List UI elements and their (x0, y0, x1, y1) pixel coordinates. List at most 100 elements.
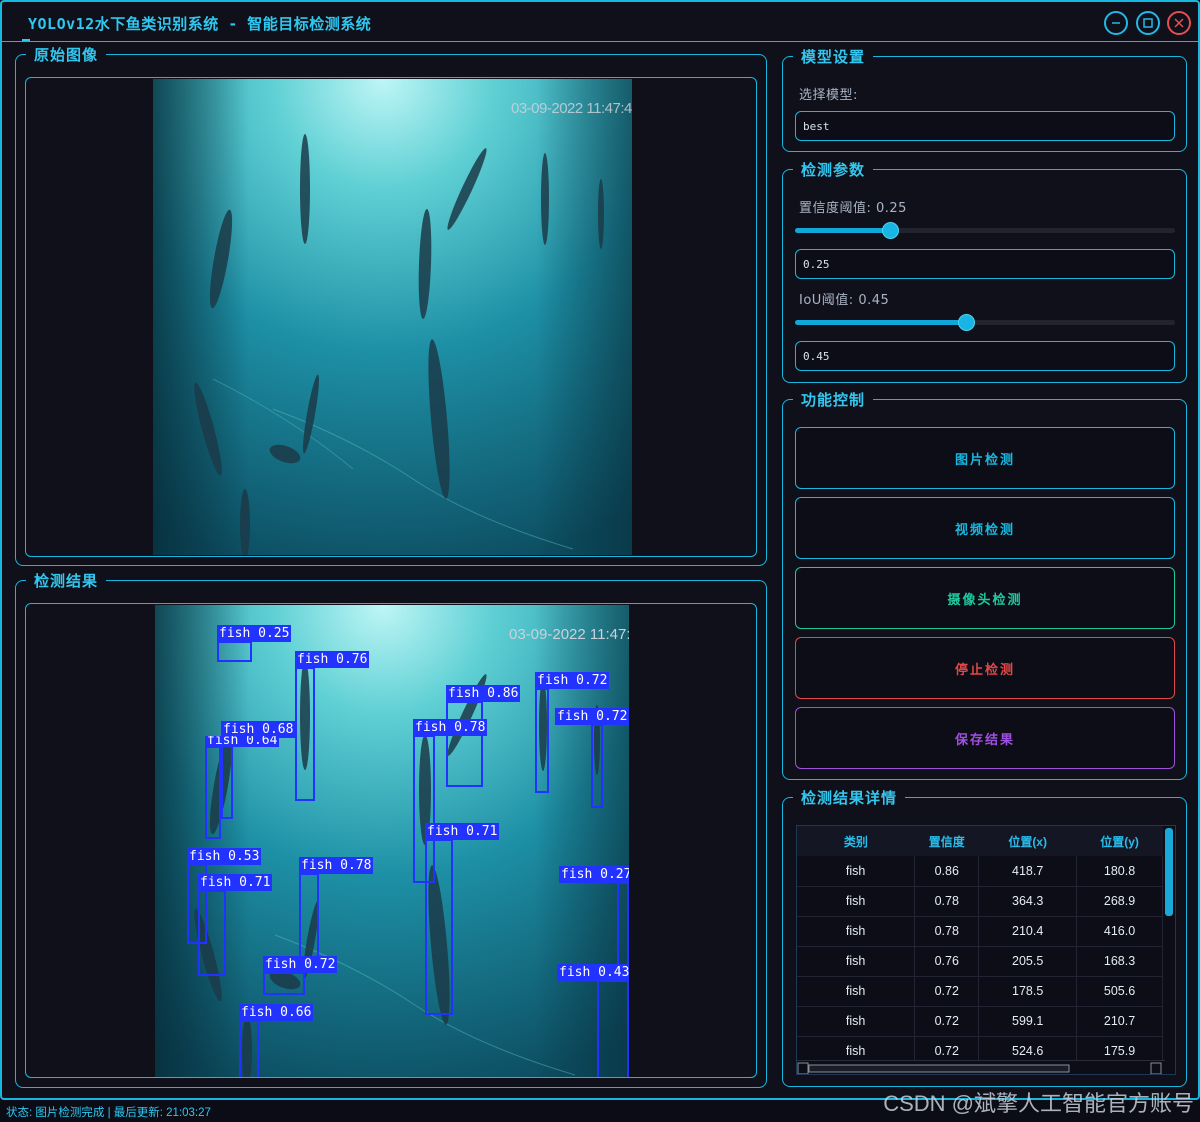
cell-y: 210.7 (1076, 1006, 1163, 1037)
watermark: CSDN @斌擎人工智能官方账号 (883, 1091, 1194, 1116)
camera-detect-button[interactable]: 摄像头检测 (795, 567, 1175, 629)
app-window: YOLOv12水下鱼类识别系统 - 智能目标检测系统 原始图像 03-09-20… (0, 0, 1200, 1100)
image-detect-button[interactable]: 图片检测 (795, 427, 1175, 489)
iou-threshold-label: IoU阈值: 0.45 (799, 293, 890, 308)
column-header-class[interactable]: 类别 (797, 826, 915, 856)
image-detect-label: 图片检测 (954, 452, 1015, 468)
detection-label: fish 0.76 (295, 651, 370, 668)
confidence-slider-handle[interactable] (882, 222, 899, 239)
column-header-confidence[interactable]: 置信度 (914, 826, 979, 856)
detection-result-title: 检测结果 (26, 570, 107, 591)
table-row[interactable]: fish 0.76 205.5 168.3 (797, 946, 1163, 977)
cell-x: 205.5 (978, 946, 1078, 977)
camera-detect-label: 摄像头检测 (947, 592, 1023, 608)
original-image-title: 原始图像 (26, 44, 107, 65)
detection-box: fish 0.78 (299, 857, 374, 965)
cell-y: 268.9 (1076, 886, 1163, 917)
stop-detect-button[interactable]: 停止检测 (795, 637, 1175, 699)
cell-x: 364.3 (978, 886, 1078, 917)
detection-details-table[interactable]: 类别 置信度 位置(x) 位置(y) fish 0.86 418.7 180.8 fis… (796, 825, 1176, 1075)
iou-slider[interactable] (795, 314, 1175, 331)
function-control-title: 功能控制 (793, 389, 874, 410)
title-accent (22, 39, 30, 41)
cell-confidence: 0.78 (914, 916, 980, 947)
detection-box: fish 0.72 (263, 956, 338, 995)
detection-box: fish 0.64 (205, 736, 280, 839)
cell-y: 168.3 (1076, 946, 1163, 977)
table-header-row: 类别 置信度 位置(x) 位置(y) (797, 826, 1163, 856)
detection-box: fish 0.86 (446, 685, 521, 787)
confidence-slider[interactable] (795, 222, 1175, 239)
detection-details-title: 检测结果详情 (793, 787, 906, 808)
cell-class: fish (797, 1006, 916, 1037)
video-detect-label: 视频检测 (954, 522, 1015, 538)
table-row[interactable]: fish 0.78 364.3 268.9 (797, 886, 1163, 917)
table-row[interactable]: fish 0.78 210.4 416.0 (797, 916, 1163, 947)
table-vertical-scrollbar[interactable] (1163, 826, 1175, 1074)
detection-box: fish 0.72 (555, 708, 629, 808)
window-title: YOLOv12水下鱼类识别系统 - 智能目标检测系统 (28, 15, 372, 33)
detection-box: fish 0.43 (557, 964, 629, 1077)
table-horizontal-scrollbar[interactable] (797, 1060, 1165, 1074)
detection-box: fish 0.66 (239, 1004, 314, 1077)
detection-label: fish 0.72 (263, 956, 338, 973)
stop-detect-label: 停止检测 (954, 662, 1015, 678)
column-header-y[interactable]: 位置(y) (1076, 826, 1163, 856)
minimize-button[interactable] (1104, 11, 1128, 35)
maximize-icon (1143, 18, 1153, 28)
result-image-frame: 03-09-2022 11:47:43 fish 0.25 fish 0.76 … (25, 603, 757, 1078)
detection-box: fish 0.68 (221, 721, 296, 819)
detection-box: fish 0.71 (198, 874, 273, 976)
minimize-icon (1112, 22, 1120, 24)
table-vertical-scroll-thumb[interactable] (1165, 828, 1173, 916)
select-model-label: 选择模型: (799, 88, 858, 103)
result-image: 03-09-2022 11:47:43 fish 0.25 fish 0.76 … (155, 605, 629, 1077)
cell-class: fish (797, 856, 916, 887)
original-image-frame: 03-09-2022 11:47:43 (25, 77, 757, 557)
table-row[interactable]: fish 0.72 178.5 505.6 (797, 976, 1163, 1007)
confidence-input-value: 0.25 (803, 257, 830, 271)
underwater-scene-image: 03-09-2022 11:47:43 (153, 79, 632, 555)
cell-confidence: 0.86 (914, 856, 980, 887)
close-button[interactable] (1167, 11, 1191, 35)
model-select[interactable]: best (795, 111, 1175, 141)
detection-label: fish 0.66 (239, 1004, 314, 1021)
iou-input[interactable]: 0.45 (795, 341, 1175, 371)
save-result-button[interactable]: 保存结果 (795, 707, 1175, 769)
cell-class: fish (797, 916, 916, 947)
detection-box: fish 0.25 (217, 625, 292, 662)
detection-label: fish 0.78 (299, 857, 374, 874)
cell-x: 210.4 (978, 916, 1078, 947)
cell-x: 599.1 (978, 1006, 1078, 1037)
cell-class: fish (797, 976, 916, 1007)
detection-label: fish 0.25 (217, 625, 292, 642)
save-result-label: 保存结果 (954, 732, 1015, 748)
confidence-input[interactable]: 0.25 (795, 249, 1175, 279)
detection-label: fish 0.72 (555, 708, 629, 725)
detection-label: fish 0.71 (425, 823, 500, 840)
table-row[interactable]: fish 0.86 418.7 180.8 (797, 856, 1163, 887)
cell-confidence: 0.72 (914, 1006, 980, 1037)
original-image: 03-09-2022 11:47:43 (153, 79, 632, 555)
iou-slider-handle[interactable] (958, 314, 975, 331)
video-detect-button[interactable]: 视频检测 (795, 497, 1175, 559)
cell-confidence: 0.78 (914, 886, 980, 917)
result-timestamp: 03-09-2022 11:47:43 (509, 626, 629, 643)
detection-box: fish 0.71 (425, 823, 500, 1015)
original-timestamp: 03-09-2022 11:47:43 (511, 100, 632, 117)
detection-label: fish 0.43 (557, 964, 629, 981)
cell-confidence: 0.76 (914, 946, 980, 977)
cell-confidence: 0.72 (914, 976, 980, 1007)
iou-input-value: 0.45 (803, 349, 830, 363)
maximize-button[interactable] (1136, 11, 1160, 35)
cell-y: 505.6 (1076, 976, 1163, 1007)
title-bar[interactable]: YOLOv12水下鱼类识别系统 - 智能目标检测系统 (2, 2, 1198, 42)
detection-label: fish 0.27 (559, 866, 629, 883)
cell-class: fish (797, 886, 916, 917)
detection-label: fish 0.86 (446, 685, 521, 702)
column-header-x[interactable]: 位置(x) (978, 826, 1077, 856)
cell-class: fish (797, 946, 916, 977)
results-table: 类别 置信度 位置(x) 位置(y) fish 0.86 418.7 180.8 fis… (797, 826, 1163, 1067)
detection-label: fish 0.71 (198, 874, 273, 891)
table-row[interactable]: fish 0.72 599.1 210.7 (797, 1006, 1163, 1037)
